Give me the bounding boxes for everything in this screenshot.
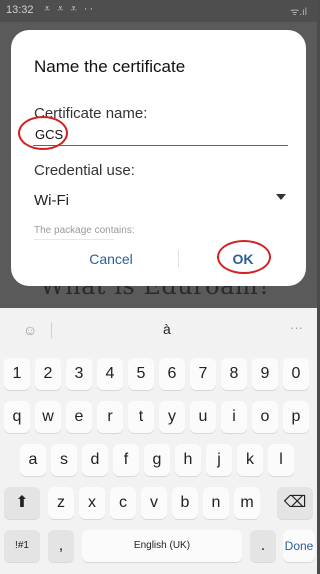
certificate-name-input[interactable] [33,123,288,146]
key-n[interactable]: n [203,487,229,519]
key-b[interactable]: b [172,487,198,519]
key-g[interactable]: g [144,444,170,476]
key-6[interactable]: 6 [159,358,185,390]
key-u[interactable]: u [190,401,216,433]
key-f[interactable]: f [113,444,139,476]
key-p[interactable]: p [283,401,309,433]
key-d[interactable]: d [82,444,108,476]
key-j[interactable]: j [206,444,232,476]
space-key[interactable]: English (UK) [82,530,242,562]
key-l[interactable]: l [268,444,294,476]
suggestion-divider [51,322,52,338]
more-options-icon[interactable]: ··· [290,320,303,335]
keyboard-suggestion-bar: ☺ à ··· [0,308,317,352]
key-4[interactable]: 4 [97,358,123,390]
key-x[interactable]: x [79,487,105,519]
key-m[interactable]: m [234,487,260,519]
key-s[interactable]: s [51,444,77,476]
credential-use-value: Wi-Fi [34,192,69,209]
key-q[interactable]: q [4,401,30,433]
notification-icons: ⩡ ⩡ ⩡ ·· [44,3,96,15]
comma-key[interactable]: , [48,530,74,562]
key-a[interactable]: a [20,444,46,476]
key-k[interactable]: k [237,444,263,476]
done-key[interactable]: Done [283,530,315,562]
credential-use-dropdown[interactable]: Wi-Fi [34,190,286,210]
suggestion-word[interactable]: à [163,321,171,337]
annotation-circle-ok [217,240,271,274]
soft-keyboard: ☺ à ··· 1 2 3 4 5 6 7 8 9 0 q w e r t y u i o p a s d f g h j k l ⬆ z x… [0,308,317,574]
credential-use-label: Credential use: [34,162,135,179]
key-9[interactable]: 9 [252,358,278,390]
signal-icon: ᯤ.ıl [290,7,307,18]
backspace-key[interactable]: ⌫ [277,487,313,519]
shift-key[interactable]: ⬆ [4,487,40,519]
key-w[interactable]: w [35,401,61,433]
dialog-title: Name the certificate [34,57,186,76]
button-divider [178,250,179,268]
key-v[interactable]: v [141,487,167,519]
note-divider [34,239,114,240]
key-y[interactable]: y [159,401,185,433]
key-5[interactable]: 5 [128,358,154,390]
key-1[interactable]: 1 [4,358,30,390]
annotation-circle-name [18,116,68,150]
key-2[interactable]: 2 [35,358,61,390]
cancel-button[interactable]: Cancel [71,246,151,272]
key-e[interactable]: e [66,401,92,433]
key-7[interactable]: 7 [190,358,216,390]
status-bar: 13:32 ⩡ ⩡ ⩡ ·· ᯤ.ıl [0,0,317,22]
key-z[interactable]: z [48,487,74,519]
period-key[interactable]: . [250,530,276,562]
key-r[interactable]: r [97,401,123,433]
key-h[interactable]: h [175,444,201,476]
key-i[interactable]: i [221,401,247,433]
package-contents-note: The package contains: [34,225,135,236]
symbols-key[interactable]: !#1 [4,530,40,562]
emoji-icon[interactable]: ☺ [23,322,37,338]
key-o[interactable]: o [252,401,278,433]
key-0[interactable]: 0 [283,358,309,390]
dropdown-arrow-icon [276,194,286,200]
key-c[interactable]: c [110,487,136,519]
key-3[interactable]: 3 [66,358,92,390]
key-8[interactable]: 8 [221,358,247,390]
key-t[interactable]: t [128,401,154,433]
status-time: 13:32 [6,4,34,16]
